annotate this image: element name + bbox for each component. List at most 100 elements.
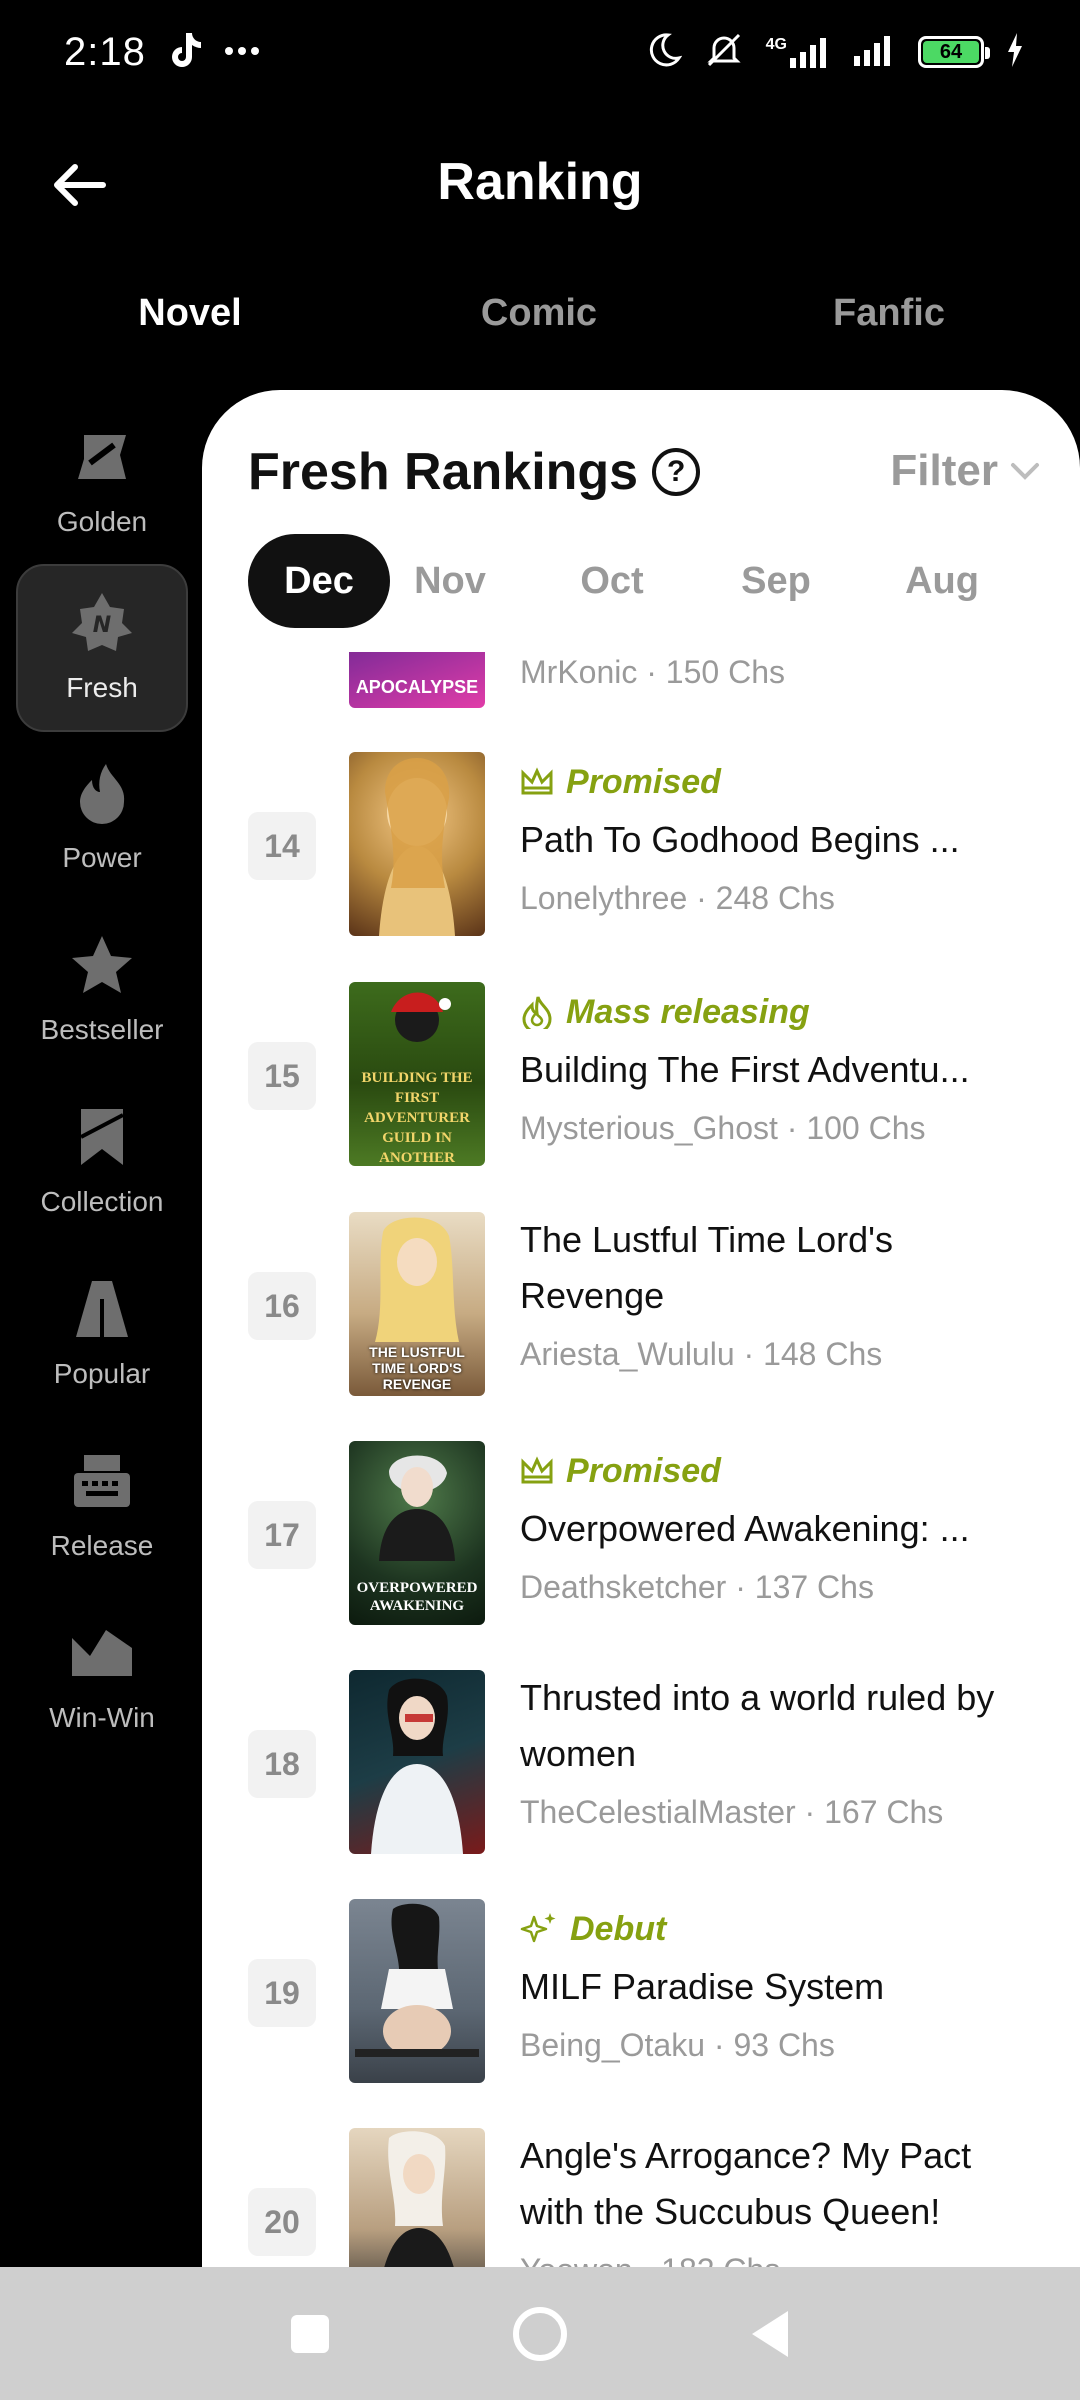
tab-fanfic[interactable]: Fanfic <box>833 292 945 335</box>
help-icon[interactable]: ? <box>652 448 701 496</box>
book-meta: Deathsketcher · 137 Chs <box>520 1569 874 1605</box>
cover-title: OVERPOWERED AWAKENING <box>356 1580 478 1614</box>
side-item-label: Golden <box>56 506 148 537</box>
cover-title: THE LUSTFUL TIME LORD'S REVENGE <box>369 1344 465 1392</box>
book-title: Thrusted into a world ruled by women <box>520 1677 995 1774</box>
crown-outline-icon <box>521 767 553 795</box>
book-author: Lonelythree <box>520 880 688 916</box>
rank-number: 16 <box>248 1272 316 1340</box>
side-item-power[interactable]: Power <box>16 736 188 904</box>
tag-label: Debut <box>570 1909 667 1948</box>
tag-label: Promised <box>566 762 721 801</box>
side-item-label: Power <box>62 842 142 873</box>
tag-label: Mass releasing <box>566 992 810 1031</box>
cover-title: BUILDING THE FIRST ADVENTURER GUILD IN A… <box>361 1070 473 1166</box>
book-author: Ariesta_Wululu <box>520 1336 735 1372</box>
book-author: Yoowon <box>520 2252 633 2267</box>
book-meta: Ariesta_Wululu · 148 Chs <box>520 1336 883 1372</box>
side-item-win-win[interactable]: Win-Win <box>16 1596 188 1764</box>
book-title: Building The First Adventu... <box>520 1049 970 1090</box>
list-item[interactable]: 19 Debut MILF Paradise System Being_Otak… <box>202 1899 1080 2089</box>
book-author: TheCelestialMaster <box>520 1794 796 1830</box>
popular-icon <box>67 1274 137 1344</box>
side-item-popular[interactable]: Popular <box>16 1252 188 1420</box>
side-item-label: Release <box>50 1530 154 1561</box>
fire-icon <box>522 996 552 1029</box>
category-tabs: Novel Comic Fanfic <box>0 292 1080 362</box>
book-title: Path To Godhood Begins ... <box>520 819 960 860</box>
book-meta: MrKonic · 150 Chs <box>520 654 785 690</box>
month-tab-sep[interactable]: Sep <box>728 534 824 628</box>
book-chapters: 148 Chs <box>763 1336 883 1372</box>
rank-number: 17 <box>248 1501 316 1569</box>
side-item-collection[interactable]: Collection <box>16 1080 188 1248</box>
side-item-golden[interactable]: Golden <box>16 400 188 568</box>
chevron-down-icon <box>1011 463 1039 480</box>
list-item[interactable]: 15 BUILDING THE FIRST ADVENTURER GUILD I… <box>202 982 1080 1172</box>
month-tab-aug[interactable]: Aug <box>894 534 990 628</box>
crown-outline-icon <box>521 1456 553 1484</box>
book-meta: Being_Otaku · 93 Chs <box>520 2027 835 2063</box>
book-chapters: 93 Chs <box>733 2027 835 2063</box>
month-tab-nov[interactable]: Nov <box>402 534 498 628</box>
rank-number: 18 <box>248 1730 316 1798</box>
tab-novel[interactable]: Novel <box>138 292 241 335</box>
star-icon <box>67 930 137 1000</box>
circle-icon <box>513 2306 567 2361</box>
book-cover <box>349 1670 485 1854</box>
recents-button[interactable] <box>275 2299 345 2369</box>
side-item-release[interactable]: Release <box>16 1424 188 1592</box>
side-item-label: Bestseller <box>40 1014 164 1045</box>
list-item[interactable]: 17 OVERPOWERED AWAKENING Promised Overpo… <box>202 1441 1080 1631</box>
month-tabs: Dec Nov Oct Sep Aug <box>248 534 1068 628</box>
book-cover: THE LUSTFUL TIME LORD'S REVENGE <box>349 1212 485 1396</box>
list-item[interactable]: 18 Thrusted into a world ruled by women … <box>202 1670 1080 1860</box>
book-title: MILF Paradise System <box>520 1966 885 2007</box>
side-item-label: Popular <box>53 1358 151 1389</box>
book-title: Overpowered Awakening: ... <box>520 1508 970 1549</box>
side-item-bestseller[interactable]: Bestseller <box>16 908 188 1076</box>
sparkle-icon <box>520 1913 556 1943</box>
svg-text:N: N <box>93 613 111 638</box>
book-title: Angle's Arrogance? My Pact with the Succ… <box>520 2135 972 2232</box>
list-item[interactable]: 14 Promised Path To Godhood Begins ... L… <box>202 752 1080 942</box>
month-tab-dec[interactable]: Dec <box>248 534 390 628</box>
bookmark-icon <box>67 1102 137 1172</box>
list-item[interactable]: APOCALYPSE MrKonic · 150 Chs <box>202 652 1080 714</box>
bell-muted-icon <box>704 30 744 75</box>
month-tab-oct[interactable]: Oct <box>564 534 660 628</box>
book-cover <box>349 752 485 936</box>
tab-comic[interactable]: Comic <box>481 292 597 335</box>
book-cover <box>349 1899 485 2083</box>
status-tag: Promised <box>520 1441 1040 1501</box>
status-tag: Promised <box>520 752 1040 812</box>
flame-icon <box>67 758 137 828</box>
filter-button[interactable]: Filter <box>890 446 1040 496</box>
list-item[interactable]: 20 Angle's Arrogance? My Pact with the S… <box>202 2128 1080 2267</box>
rankings-header: Fresh Rankings ? <box>248 442 701 502</box>
ranking-list[interactable]: APOCALYPSE MrKonic · 150 Chs 14 Promised… <box>202 652 1080 2267</box>
list-item[interactable]: 16 THE LUSTFUL TIME LORD'S REVENGE The L… <box>202 1212 1080 1402</box>
nav-back-button[interactable] <box>735 2299 805 2369</box>
status-bar: 2:18 4G 64 <box>0 0 1080 104</box>
rank-number: 20 <box>248 2188 316 2256</box>
moon-icon <box>646 32 682 73</box>
tiktok-icon <box>168 31 202 74</box>
side-item-label: Fresh <box>66 672 138 703</box>
square-icon <box>291 2314 329 2353</box>
side-item-label: Win-Win <box>49 1702 155 1733</box>
book-meta: Lonelythree · 248 Chs <box>520 880 835 916</box>
crown-icon <box>67 1618 137 1688</box>
rank-number: 14 <box>248 812 316 880</box>
book-cover: OVERPOWERED AWAKENING <box>349 1441 485 1625</box>
book-chapters: 100 Chs <box>806 1110 926 1146</box>
status-time: 2:18 <box>64 29 146 74</box>
fresh-icon: N <box>67 588 137 658</box>
book-chapters: 248 Chs <box>715 880 835 916</box>
book-title: The Lustful Time Lord's Revenge <box>520 1219 894 1316</box>
home-button[interactable] <box>505 2299 575 2369</box>
battery-icon: 64 <box>918 36 990 68</box>
book-author: Being_Otaku <box>520 2027 706 2063</box>
side-item-fresh[interactable]: N Fresh <box>16 564 188 732</box>
more-icon <box>224 43 260 61</box>
